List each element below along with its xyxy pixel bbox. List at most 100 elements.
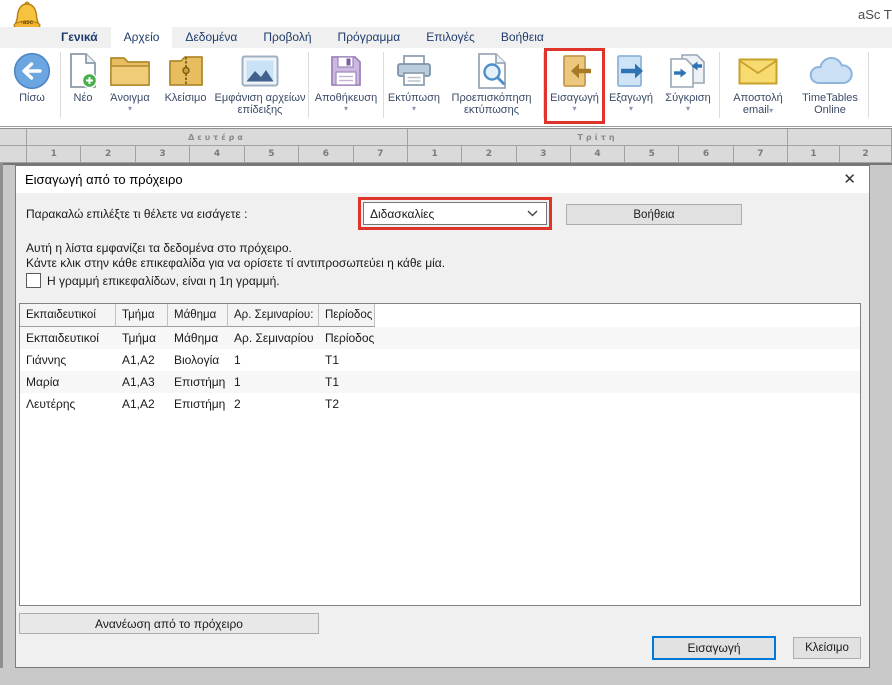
timetable-left-edge — [0, 163, 3, 668]
import-dialog: Εισαγωγή από το πρόχειρο ✕ Παρακαλώ επιλ… — [15, 165, 870, 668]
window-title: aSc T — [858, 7, 892, 22]
cell: Επιστήμη — [168, 371, 228, 393]
open-dropdown-caret-icon[interactable]: ▾ — [128, 104, 132, 113]
grid-period-cell: 1 — [788, 146, 840, 163]
timetables-online-label: TimeTables Online — [802, 92, 858, 116]
table-row[interactable]: Εκπαιδευτικοί Τμήμα Μάθημα Αρ. Σεμιναρίο… — [20, 327, 860, 349]
cell: Τμήμα — [116, 327, 168, 349]
tab-voithia[interactable]: Βοήθεια — [488, 27, 557, 48]
grid-period-cell: 2 — [462, 146, 516, 163]
dialog-title: Εισαγωγή από το πρόχειρο — [25, 172, 183, 187]
back-arrow-icon — [13, 50, 51, 92]
grid-period-cell: 7 — [734, 146, 788, 163]
ribbon-tabs: Γενικά Αρχείο Δεδομένα Προβολή Πρόγραμμα… — [0, 27, 892, 48]
grid-period-cell: 1 — [27, 146, 81, 163]
cell: Μάθημα — [168, 327, 228, 349]
grid-period-cell: 5 — [625, 146, 679, 163]
timetables-online-button[interactable]: TimeTables Online — [794, 50, 866, 120]
grid-corner-cell — [0, 146, 27, 163]
open-folder-icon — [109, 50, 151, 92]
header-row-checkbox[interactable] — [26, 273, 41, 288]
import-dropdown-caret-icon[interactable]: ▾ — [572, 104, 576, 113]
toolbar-divider — [308, 52, 309, 118]
grid-corner-cell — [0, 129, 27, 146]
cell: Αρ. Σεμιναρίου — [228, 327, 319, 349]
print-dropdown-caret-icon[interactable]: ▾ — [412, 104, 416, 113]
table-row[interactable]: Μαρία Α1,Α3 Επιστήμη 1 Τ1 — [20, 371, 860, 393]
cell: 1 — [228, 349, 319, 371]
toolbar: Πίσω Νέο Άνοιγμα ▾ — [0, 48, 892, 127]
compare-button[interactable]: Σύγκριση ▾ — [659, 50, 717, 120]
column-header-period[interactable]: Περίοδος — [319, 304, 375, 327]
save-label: Αποθήκευση — [315, 92, 377, 104]
dialog-titlebar[interactable]: Εισαγωγή από το πρόχειρο ✕ — [16, 166, 869, 193]
column-header-teachers[interactable]: Εκπαιδευτικοί — [20, 304, 116, 327]
table-row[interactable]: Γιάννης Α1,Α2 Βιολογία 1 Τ1 — [20, 349, 860, 371]
close-file-button[interactable]: Κλείσιμο — [157, 50, 214, 120]
tab-provoli[interactable]: Προβολή — [250, 27, 324, 48]
grid-period-cell: 4 — [190, 146, 244, 163]
export-label: Εξαγωγή — [609, 92, 653, 104]
import-type-select[interactable]: Διδασκαλίες — [363, 202, 547, 225]
import-button[interactable]: Εισαγωγή — [652, 636, 776, 660]
demo-files-label: Εμφάνιση αρχείων επίδειξης — [215, 92, 306, 116]
back-button[interactable]: Πίσω — [6, 50, 58, 120]
column-header-class[interactable]: Τμήμα — [116, 304, 168, 327]
chevron-down-icon — [527, 210, 538, 217]
tab-dedomena[interactable]: Δεδομένα — [172, 27, 250, 48]
new-document-icon — [68, 50, 98, 92]
refresh-from-clipboard-button[interactable]: Ανανέωση από το πρόχειρο — [19, 613, 319, 634]
open-button[interactable]: Άνοιγμα ▾ — [103, 50, 157, 120]
cell: 2 — [228, 393, 319, 415]
import-type-select-wrap: Διδασκαλίες — [358, 197, 552, 230]
send-email-button[interactable]: Αποστολή email▾ — [722, 50, 794, 120]
import-toolbar-button[interactable]: Εισαγωγή ▾ — [546, 50, 603, 120]
demo-files-button[interactable]: Εμφάνιση αρχείων επίδειξης — [214, 50, 306, 120]
tab-programma[interactable]: Πρόγραμμα — [325, 27, 414, 48]
save-button[interactable]: Αποθήκευση ▾ — [311, 50, 381, 120]
cell: Α1,Α2 — [116, 349, 168, 371]
close-icon[interactable]: ✕ — [840, 170, 859, 188]
grid-period-cell: 2 — [81, 146, 135, 163]
table-row[interactable]: Λευτέρης Α1,Α2 Επιστήμη 2 Τ2 — [20, 393, 860, 415]
info-line-2: Κάντε κλικ στην κάθε επικεφαλίδα για να … — [26, 256, 445, 270]
compare-dropdown-caret-icon[interactable]: ▾ — [686, 104, 690, 113]
cell: Βιολογία — [168, 349, 228, 371]
tab-genika[interactable]: Γενικά — [48, 27, 111, 48]
export-dropdown-caret-icon[interactable]: ▾ — [629, 104, 633, 113]
grid-day-tuesday: Τρίτη — [408, 129, 788, 146]
column-header-subject[interactable]: Μάθημα — [168, 304, 228, 327]
cell: Τ1 — [319, 371, 375, 393]
tab-epiloges[interactable]: Επιλογές — [413, 27, 488, 48]
cell: Α1,Α3 — [116, 371, 168, 393]
save-dropdown-caret-icon[interactable]: ▾ — [344, 104, 348, 113]
print-preview-button[interactable]: Προεπισκόπηση εκτύπωσης — [442, 50, 541, 120]
export-button[interactable]: Εξαγωγή ▾ — [603, 50, 659, 120]
close-file-label: Κλείσιμο — [165, 92, 207, 104]
new-label: Νέο — [74, 92, 93, 104]
print-label: Εκτύπωση — [388, 92, 440, 104]
help-button[interactable]: Βοήθεια — [566, 204, 742, 225]
new-button[interactable]: Νέο — [63, 50, 103, 120]
close-button[interactable]: Κλείσιμο — [793, 637, 861, 659]
grid-period-cell: 4 — [571, 146, 625, 163]
grid-period-cell: 6 — [679, 146, 733, 163]
cell: 1 — [228, 371, 319, 393]
cell: Τ1 — [319, 349, 375, 371]
email-envelope-icon — [738, 50, 778, 92]
cell: Γιάννης — [20, 349, 116, 371]
import-type-value: Διδασκαλίες — [370, 207, 434, 221]
grid-period-cell: 5 — [245, 146, 299, 163]
demo-picture-icon — [241, 50, 279, 92]
timetable-grid: Δευτέρα Τρίτη 1 2 3 4 5 6 7 1 2 3 4 5 6 — [0, 128, 892, 165]
print-preview-icon — [475, 50, 509, 92]
tab-arxeio[interactable]: Αρχείο — [111, 27, 173, 48]
header-row-option: Η γραμμή επικεφαλίδων, είναι η 1η γραμμή… — [26, 273, 280, 288]
back-label: Πίσω — [19, 92, 45, 104]
grid-day-next — [788, 129, 892, 146]
header-row-checkbox-label: Η γραμμή επικεφαλίδων, είναι η 1η γραμμή… — [47, 274, 280, 288]
print-button[interactable]: Εκτύπωση ▾ — [386, 50, 442, 120]
email-dropdown-caret-icon[interactable]: ▾ — [769, 106, 773, 115]
column-header-seminar[interactable]: Αρ. Σεμιναρίου: — [228, 304, 319, 327]
open-label: Άνοιγμα — [110, 92, 149, 104]
